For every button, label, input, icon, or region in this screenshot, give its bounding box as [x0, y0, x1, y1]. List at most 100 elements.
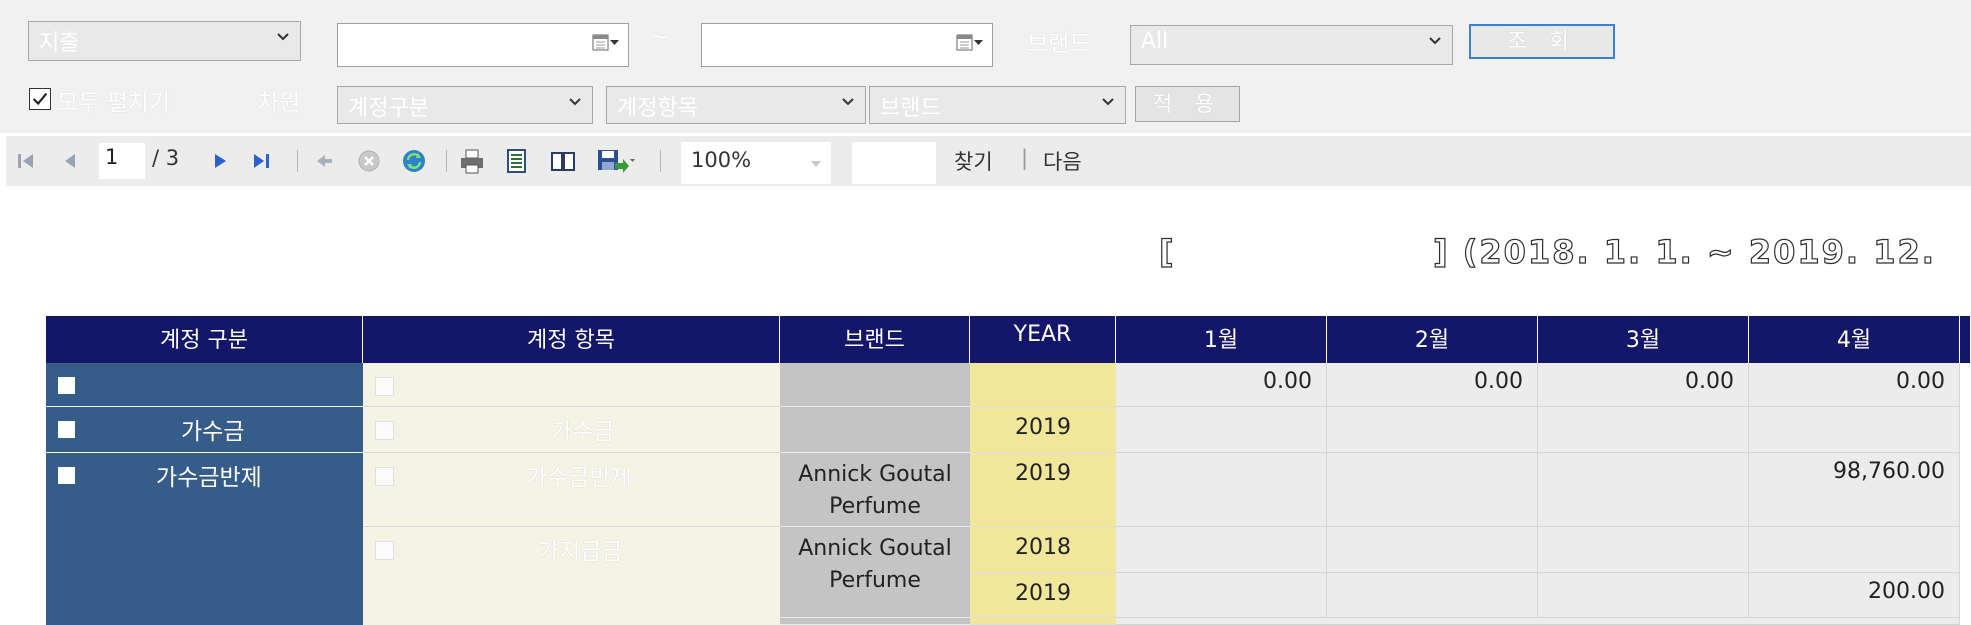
dimension-select-2[interactable]: 계정항목 — [606, 86, 866, 124]
total-mar: 0.00 — [1538, 363, 1749, 407]
collapse-toggle-icon[interactable] — [375, 421, 394, 440]
find-link[interactable]: 찾기 — [954, 146, 993, 176]
start-date-field[interactable] — [337, 23, 629, 67]
report-title-open: [ — [1158, 232, 1176, 271]
chevron-down-icon — [842, 98, 854, 106]
item-label: 가수금반제 — [526, 465, 632, 491]
dimension-label: 차원 — [258, 90, 301, 116]
collapse-toggle-icon[interactable] — [375, 541, 394, 560]
zoom-value: 100% — [691, 148, 752, 172]
total-apr: 0.00 — [1749, 363, 1960, 407]
item-cell: 가지급금 — [363, 527, 780, 625]
find-input[interactable] — [852, 142, 936, 184]
value-cell — [1327, 453, 1538, 527]
dimension-select-1[interactable]: 계정구분 — [337, 86, 593, 124]
category-label: 가수금 — [181, 419, 245, 445]
col-header-mar: 3월 — [1538, 316, 1749, 363]
collapse-toggle-icon[interactable] — [58, 467, 75, 484]
value-cell — [1116, 453, 1327, 527]
value-cell — [1327, 573, 1538, 618]
page-number-input[interactable]: 1 — [99, 143, 145, 179]
col-header-feb: 2월 — [1327, 316, 1538, 363]
value-cell — [1116, 573, 1327, 618]
report-title-range: ] (2018. 1. 1. ~ 2019. 12. — [1432, 232, 1936, 271]
book-icon[interactable] — [549, 147, 577, 175]
stop-icon[interactable] — [355, 147, 383, 175]
expand-all-checkbox[interactable] — [29, 88, 51, 110]
col-header-account-item: 계정 항목 — [363, 316, 780, 363]
chevron-down-icon — [1429, 37, 1441, 45]
find-next-link[interactable]: 다음 — [1043, 146, 1082, 176]
find-separator: | — [1021, 146, 1029, 170]
value-cell — [1327, 407, 1538, 453]
zoom-select[interactable]: 100% — [681, 142, 831, 184]
category-cell: 가수금 — [46, 407, 363, 453]
collapse-toggle-icon[interactable] — [375, 377, 394, 396]
value-cell — [1749, 527, 1960, 573]
value-cell — [1538, 453, 1749, 527]
total-feb: 0.00 — [1327, 363, 1538, 407]
brand-cell — [780, 618, 970, 625]
dimension-select-1-value: 계정구분 — [348, 96, 429, 121]
previous-page-icon[interactable] — [56, 147, 84, 175]
category-cell: 가수금반제 — [46, 453, 363, 625]
refresh-icon[interactable] — [400, 147, 428, 175]
brand-label: 브랜드 — [1027, 31, 1091, 57]
toolbar-separator — [660, 150, 661, 172]
total-row-year — [970, 363, 1116, 407]
col-header-account-type: 계정 구분 — [46, 316, 363, 363]
brand-cell: Annick Goutal Perfume — [780, 453, 970, 527]
category-label: 가수금반제 — [156, 465, 262, 491]
first-page-icon[interactable] — [12, 147, 40, 175]
value-cell — [1538, 527, 1749, 573]
toolbar-separator — [297, 150, 298, 172]
type-select[interactable]: 지출 — [28, 21, 301, 61]
dimension-select-3-value: 브랜드 — [880, 96, 941, 121]
col-header-more — [1960, 316, 1971, 363]
item-label: 가수금 — [551, 419, 615, 445]
item-cell: 가수금반제 — [363, 453, 780, 527]
next-page-icon[interactable] — [206, 147, 234, 175]
value-cell — [1116, 618, 1960, 625]
back-icon[interactable] — [310, 147, 338, 175]
col-header-apr: 4월 — [1749, 316, 1960, 363]
year-cell: 2019 — [970, 453, 1116, 527]
brand-select[interactable]: All — [1130, 25, 1453, 65]
year-cell: 2019 — [970, 407, 1116, 453]
value-cell — [1538, 573, 1749, 618]
date-range-tilde: ~ — [650, 24, 670, 50]
end-date-field[interactable] — [701, 23, 993, 67]
query-button[interactable]: 조 회 — [1469, 24, 1615, 59]
last-page-icon[interactable] — [248, 147, 276, 175]
year-cell: 2019 — [970, 573, 1116, 618]
item-label: 가지급금 — [538, 539, 623, 565]
apply-button[interactable]: 적 용 — [1135, 86, 1240, 122]
brand-cell — [780, 407, 970, 453]
dimension-select-2-value: 계정항목 — [617, 96, 698, 121]
total-row-category — [46, 363, 363, 407]
collapse-toggle-icon[interactable] — [58, 377, 75, 394]
toolbar-separator — [446, 150, 447, 172]
calendar-icon[interactable] — [592, 33, 620, 53]
collapse-toggle-icon[interactable] — [58, 421, 75, 438]
brand-cell: Annick Goutal Perfume — [780, 527, 970, 618]
value-cell — [1327, 527, 1538, 573]
col-header-jan: 1월 — [1116, 316, 1327, 363]
chevron-down-icon — [277, 33, 289, 41]
collapse-toggle-icon[interactable] — [375, 467, 394, 486]
total-jan: 0.00 — [1116, 363, 1327, 407]
expand-all-label: 모두 펼치기 — [57, 90, 171, 116]
page-setup-icon[interactable] — [503, 147, 531, 175]
calendar-icon[interactable] — [956, 33, 984, 53]
col-header-year: YEAR — [970, 316, 1116, 363]
export-icon[interactable] — [595, 147, 635, 175]
item-cell: 가수금 — [363, 407, 780, 453]
checkmark-icon — [32, 92, 48, 106]
dimension-select-3[interactable]: 브랜드 — [869, 86, 1126, 124]
year-cell: 2018 — [970, 527, 1116, 573]
chevron-down-icon — [1102, 98, 1114, 106]
print-icon[interactable] — [458, 147, 486, 175]
value-cell — [1116, 407, 1327, 453]
page-total: / 3 — [152, 146, 180, 170]
total-row-brand — [780, 363, 970, 407]
